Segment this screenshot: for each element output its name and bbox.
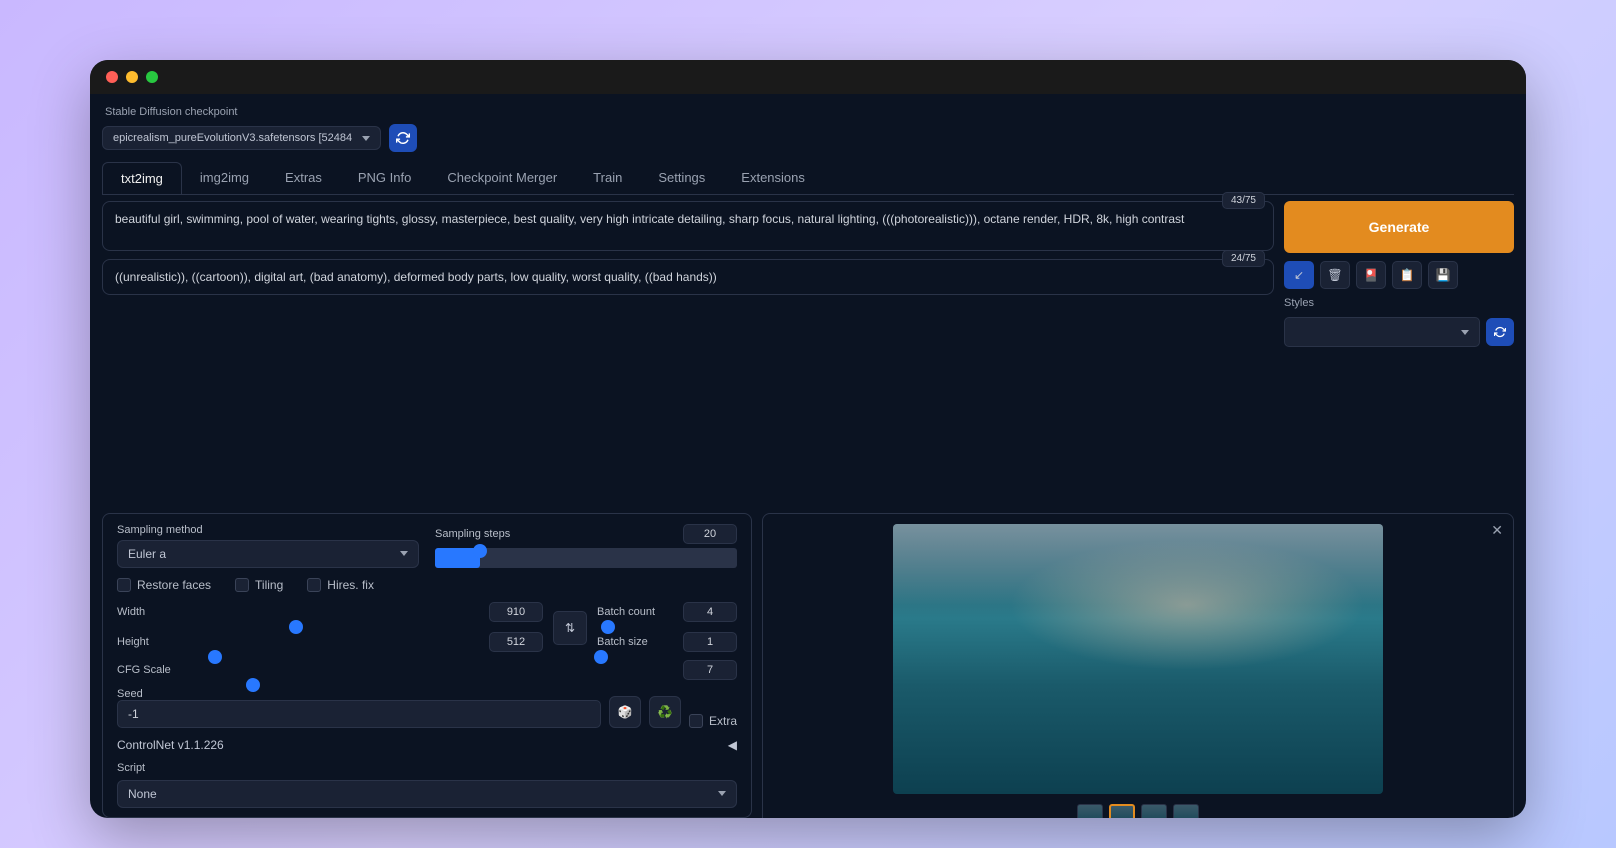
- titlebar: [90, 60, 1526, 94]
- height-value[interactable]: 512: [489, 632, 543, 652]
- sampling-method-label: Sampling method: [117, 524, 419, 536]
- close-preview-button[interactable]: ✕: [1491, 522, 1503, 539]
- app-window: Stable Diffusion checkpoint epicrealism_…: [90, 60, 1526, 818]
- clear-prompt-button[interactable]: 🗑: [1320, 261, 1350, 289]
- app-body: Stable Diffusion checkpoint epicrealism_…: [90, 94, 1526, 818]
- tab-settings[interactable]: Settings: [640, 162, 723, 194]
- tab-extras[interactable]: Extras: [267, 162, 340, 194]
- negative-token-count: 24/75: [1222, 250, 1265, 267]
- styles-row: [1284, 317, 1514, 347]
- close-window-icon[interactable]: [106, 71, 118, 83]
- extra-seed-checkbox[interactable]: Extra: [689, 714, 737, 728]
- controlnet-label: ControlNet v1.1.226: [117, 738, 224, 752]
- settings-panel: Sampling method Euler a Sampling steps 2…: [102, 513, 752, 818]
- reuse-seed-button[interactable]: ♻️: [649, 696, 681, 728]
- batch-size-value[interactable]: 1: [683, 632, 737, 652]
- tab-png-info[interactable]: PNG Info: [340, 162, 429, 194]
- generate-column: Generate ↙ 🗑 🎴 📋 💾 Styles: [1284, 201, 1514, 506]
- styles-label: Styles: [1284, 297, 1514, 309]
- thumbnail[interactable]: [1109, 804, 1135, 818]
- checkpoint-value: epicrealism_pureEvolutionV3.safetensors …: [113, 132, 352, 144]
- script-label: Script: [117, 762, 737, 774]
- checkpoint-row: epicrealism_pureEvolutionV3.safetensors …: [102, 124, 1514, 152]
- sampling-steps-value[interactable]: 20: [683, 524, 737, 544]
- prompt-column: 43/75 beautiful girl, swimming, pool of …: [102, 201, 1274, 506]
- positive-token-count: 43/75: [1222, 192, 1265, 209]
- style-button[interactable]: 🎴: [1356, 261, 1386, 289]
- styles-select[interactable]: [1284, 317, 1480, 347]
- chevron-down-icon: [1461, 330, 1469, 335]
- seed-label: Seed: [117, 688, 601, 700]
- width-label: Width: [117, 606, 145, 618]
- clipboard-button[interactable]: 📋: [1392, 261, 1422, 289]
- batch-count-label: Batch count: [597, 606, 655, 618]
- hires-fix-checkbox[interactable]: Hires. fix: [307, 578, 374, 592]
- cfg-scale-value[interactable]: 7: [683, 660, 737, 680]
- script-select[interactable]: None: [117, 780, 737, 808]
- restore-faces-checkbox[interactable]: Restore faces: [117, 578, 211, 592]
- tab-txt2img[interactable]: txt2img: [102, 162, 182, 194]
- refresh-checkpoint-button[interactable]: [389, 124, 417, 152]
- negative-prompt-input[interactable]: 24/75 ((unrealistic)), ((cartoon)), digi…: [102, 259, 1274, 295]
- seed-input[interactable]: -1: [117, 700, 601, 728]
- refresh-styles-button[interactable]: [1486, 318, 1514, 346]
- positive-prompt-text: beautiful girl, swimming, pool of water,…: [115, 212, 1184, 226]
- chevron-down-icon: [400, 551, 408, 556]
- tab-extensions[interactable]: Extensions: [723, 162, 823, 194]
- output-panel: ✕ 📂 Save Zip Send to img2img: [762, 513, 1514, 818]
- tiling-checkbox[interactable]: Tiling: [235, 578, 283, 592]
- sampling-steps-label: Sampling steps: [435, 528, 510, 540]
- chevron-down-icon: [362, 136, 370, 141]
- negative-prompt-text: ((unrealistic)), ((cartoon)), digital ar…: [115, 270, 717, 284]
- random-seed-button[interactable]: 🎲: [609, 696, 641, 728]
- arrow-button[interactable]: ↙: [1284, 261, 1314, 289]
- script-value: None: [128, 787, 157, 801]
- cfg-scale-label: CFG Scale: [117, 664, 171, 676]
- checkpoint-select[interactable]: epicrealism_pureEvolutionV3.safetensors …: [102, 126, 381, 150]
- checkpoint-label: Stable Diffusion checkpoint: [102, 106, 1514, 118]
- thumbnail[interactable]: [1173, 804, 1199, 818]
- main-tabs: txt2img img2img Extras PNG Info Checkpoi…: [102, 162, 1514, 195]
- output-image[interactable]: [893, 524, 1383, 794]
- output-gallery: ✕: [762, 513, 1514, 818]
- lower-row: Sampling method Euler a Sampling steps 2…: [102, 513, 1514, 818]
- batch-size-label: Batch size: [597, 636, 648, 648]
- chevron-down-icon: [718, 791, 726, 796]
- tab-checkpoint-merger[interactable]: Checkpoint Merger: [429, 162, 575, 194]
- aux-buttons-row: ↙ 🗑 🎴 📋 💾: [1284, 261, 1514, 289]
- sampling-steps-slider[interactable]: [435, 548, 737, 568]
- thumbnail[interactable]: [1141, 804, 1167, 818]
- sampling-method-select[interactable]: Euler a: [117, 540, 419, 568]
- sampling-method-value: Euler a: [128, 547, 166, 561]
- height-label: Height: [117, 636, 149, 648]
- expand-icon: ◀: [728, 738, 737, 752]
- thumbnail-row: [1077, 804, 1199, 818]
- maximize-window-icon[interactable]: [146, 71, 158, 83]
- width-value[interactable]: 910: [489, 602, 543, 622]
- thumbnail[interactable]: [1077, 804, 1103, 818]
- checkbox-row: Restore faces Tiling Hires. fix: [117, 574, 737, 596]
- tab-img2img[interactable]: img2img: [182, 162, 267, 194]
- controlnet-section[interactable]: ControlNet v1.1.226 ◀: [117, 734, 737, 756]
- swap-dimensions-button[interactable]: ⇅: [553, 611, 587, 645]
- batch-count-value[interactable]: 4: [683, 602, 737, 622]
- prompt-generate-row: 43/75 beautiful girl, swimming, pool of …: [102, 201, 1514, 506]
- generate-button[interactable]: Generate: [1284, 201, 1514, 253]
- tab-train[interactable]: Train: [575, 162, 640, 194]
- minimize-window-icon[interactable]: [126, 71, 138, 83]
- save-style-button[interactable]: 💾: [1428, 261, 1458, 289]
- positive-prompt-input[interactable]: 43/75 beautiful girl, swimming, pool of …: [102, 201, 1274, 251]
